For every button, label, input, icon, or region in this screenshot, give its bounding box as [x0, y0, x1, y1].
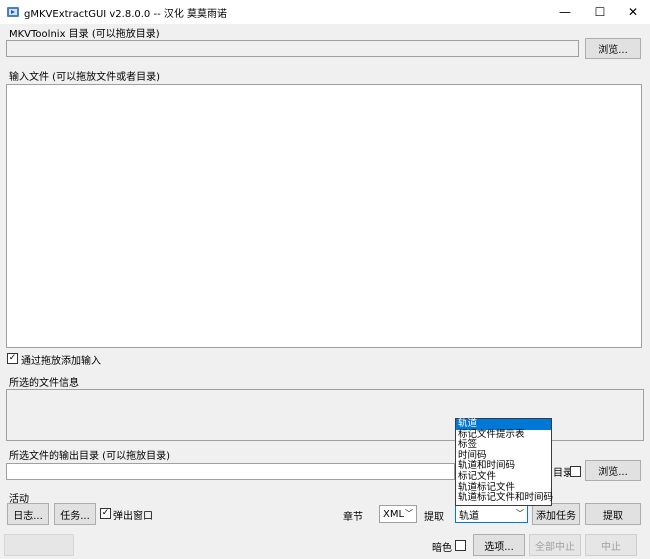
chapters-type-value: XML — [383, 508, 405, 520]
mkvtoolnix-browse-button[interactable]: 浏览... — [585, 38, 641, 59]
dropdown-option[interactable]: 轨道标记文件和时间码 — [456, 493, 553, 504]
extract-type-value: 轨道 — [459, 510, 479, 522]
dropdown-option[interactable]: 标记文件 — [456, 471, 551, 483]
chapters-label: 章节 — [343, 512, 363, 523]
mkvtoolnix-label: MKVToolnix 目录 (可以拖放目录) — [9, 29, 160, 40]
output-dir-input[interactable] — [6, 463, 455, 480]
log-button[interactable]: 日志... — [7, 503, 49, 525]
abort-button[interactable]: 中止 — [585, 534, 637, 556]
popup-checkbox[interactable]: ✓ — [100, 508, 111, 519]
output-dir-label: 所选文件的输出目录 (可以拖放目录) — [9, 451, 170, 462]
output-browse-button[interactable]: 浏览... — [585, 460, 641, 481]
dropdown-option[interactable]: 轨道 — [456, 418, 551, 430]
close-icon: ✕ — [627, 5, 639, 19]
jobs-button[interactable]: 任务... — [54, 503, 96, 525]
maximize-button[interactable]: ☐ — [583, 0, 617, 24]
chapters-type-select[interactable]: XML ﹀ — [379, 505, 417, 523]
abort-all-button[interactable]: 全部中止 — [529, 534, 581, 556]
file-info-label: 所选的文件信息 — [9, 378, 79, 389]
dark-mode-label: 暗色 — [432, 543, 452, 554]
mkvtoolnix-path-input[interactable] — [6, 40, 579, 57]
input-files-tree[interactable] — [6, 84, 642, 348]
close-button[interactable]: ✕ — [616, 0, 650, 24]
dark-mode-checkbox[interactable] — [455, 540, 466, 551]
progress-bar — [4, 534, 74, 556]
popup-label: 弹出窗口 — [113, 511, 153, 522]
extract-type-select[interactable]: 轨道 ﹀ — [455, 505, 528, 523]
chevron-down-icon: ﹀ — [405, 509, 413, 518]
extract-button[interactable]: 提取 — [585, 503, 641, 525]
extract-type-label: 提取 — [424, 512, 444, 523]
use-source-dir-checkbox[interactable] — [570, 466, 581, 477]
minimize-icon: — — [559, 5, 571, 19]
maximize-icon: ☐ — [594, 5, 606, 19]
append-on-drop-label: 通过拖放添加输入 — [21, 356, 101, 367]
options-button[interactable]: 选项... — [473, 534, 525, 556]
extract-type-dropdown[interactable]: 轨道 标记文件提示表 标签 时间码 轨道和时间码 标记文件 轨道标记文件 轨道标… — [455, 418, 553, 506]
check-icon: ✓ — [8, 353, 17, 363]
add-job-button[interactable]: 添加任务 — [532, 503, 580, 525]
check-icon: ✓ — [101, 508, 110, 518]
append-on-drop-checkbox[interactable]: ✓ — [7, 353, 18, 364]
app-icon — [7, 7, 19, 17]
minimize-button[interactable]: — — [548, 0, 582, 24]
chevron-down-icon: ﹀ — [516, 509, 524, 518]
input-files-label: 输入文件 (可以拖放文件或者目录) — [9, 72, 160, 83]
window-title: gMKVExtractGUI v2.8.0.0 -- 汉化 莫莫雨诺 — [24, 9, 228, 20]
